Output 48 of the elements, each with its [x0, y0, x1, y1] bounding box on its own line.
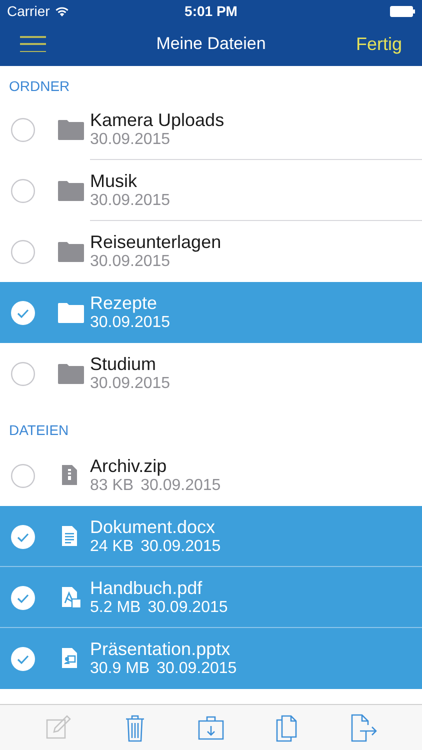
folder-icon	[58, 364, 84, 384]
carrier-label: Carrier	[7, 2, 50, 20]
screen-title: Meine Dateien	[155, 33, 267, 56]
modified-date: 30.09.2015	[140, 476, 221, 496]
unchecked-circle-icon[interactable]	[11, 240, 35, 264]
folder-icon	[58, 180, 84, 200]
checked-circle-icon[interactable]	[11, 586, 35, 610]
clock-label: 5:01 PM	[184, 2, 238, 20]
folder-icon	[58, 120, 84, 140]
modified-date: 30.09.2015	[90, 252, 172, 272]
item-name: Rezepte	[90, 292, 158, 312]
menu-button[interactable]	[20, 34, 46, 54]
unchecked-circle-icon[interactable]	[11, 178, 35, 202]
battery-icon	[390, 6, 415, 16]
done-button[interactable]: Fertig	[356, 30, 402, 58]
unchecked-circle-icon[interactable]	[11, 362, 35, 386]
item-name: Archiv.zip	[90, 456, 168, 476]
download-icon[interactable]	[198, 714, 224, 742]
item-name: Kamera Uploads	[90, 110, 224, 130]
item-name: Handbuch.pdf	[90, 578, 204, 598]
modified-date: 30.09.2015	[156, 659, 237, 678]
checked-circle-icon[interactable]	[11, 300, 35, 324]
item-name: Musik	[90, 170, 138, 190]
wifi-icon	[54, 6, 69, 16]
file-size: 5.2 MB	[90, 598, 141, 618]
item-name: Dokument.docx	[90, 516, 216, 536]
section-header: DATEIEN	[9, 421, 69, 440]
export-icon[interactable]	[350, 714, 377, 742]
modified-date: 30.09.2015	[90, 313, 170, 332]
folder-icon	[58, 302, 84, 322]
item-name: Reiseunterlagen	[90, 232, 222, 252]
file-size: 83 KB	[90, 476, 134, 496]
file-size: 30.9 MB	[90, 659, 150, 678]
folder-icon	[58, 242, 84, 262]
checked-circle-icon[interactable]	[11, 646, 35, 670]
pdf-file-icon	[60, 586, 82, 608]
checked-circle-icon[interactable]	[11, 524, 35, 548]
modified-date: 30.09.2015	[148, 598, 228, 618]
unchecked-circle-icon[interactable]	[11, 118, 35, 142]
modified-date: 30.09.2015	[90, 190, 170, 210]
item-name: Präsentation.pptx	[90, 638, 232, 658]
modified-date: 30.09.2015	[90, 130, 172, 150]
file-size: 24 KB	[90, 536, 134, 556]
modified-date: 30.09.2015	[90, 374, 170, 394]
unchecked-circle-icon[interactable]	[11, 464, 35, 488]
item-name: Studium	[90, 354, 158, 374]
section-header: ORDNER	[9, 77, 70, 96]
modified-date: 30.09.2015	[140, 536, 221, 556]
